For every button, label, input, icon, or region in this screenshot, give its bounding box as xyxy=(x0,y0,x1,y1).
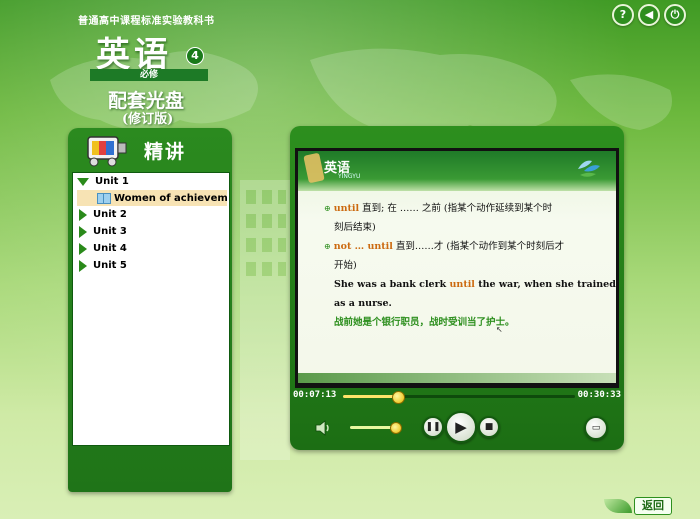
video-player: 英语 YINGYU ⊕ until 直到; 在 …… 之前 (指某个动作延续到某个… xyxy=(290,126,624,450)
volume-slider[interactable] xyxy=(350,426,394,429)
slide-text: the war, when she trained xyxy=(474,279,616,290)
slide-header: 英语 YINGYU xyxy=(298,151,616,191)
tree-item-unit-1[interactable]: Unit 1 xyxy=(73,173,229,190)
tree-item-unit-5[interactable]: Unit 5 xyxy=(73,257,229,274)
scroll-icon xyxy=(303,152,325,184)
tree-item-label: Unit 1 xyxy=(95,176,129,187)
slide-line: ⊕ not … until 直到……才 (指某个动作到某个时刻后才 xyxy=(324,237,608,256)
collapsed-arrow-icon xyxy=(79,259,87,272)
slide-content: ⊕ until 直到; 在 …… 之前 (指某个动作延续到某个时 刻后结束) ⊕ n… xyxy=(324,199,616,332)
slide-line: She was a bank clerk until the war, when… xyxy=(334,275,616,294)
tree-item-unit-2[interactable]: Unit 2 xyxy=(73,206,229,223)
tree-item-label: Unit 4 xyxy=(93,243,127,254)
lecture-slide: 英语 YINGYU ⊕ until 直到; 在 …… 之前 (指某个动作延续到某个… xyxy=(298,151,616,383)
film-projector-icon xyxy=(87,136,127,167)
required-label: 必修 xyxy=(90,69,208,81)
keyword-until: until xyxy=(333,203,360,214)
tree-item-label: Women of achievement xyxy=(114,192,227,204)
expanded-arrow-icon xyxy=(77,177,89,186)
seek-bar[interactable] xyxy=(343,391,575,404)
collapsed-arrow-icon xyxy=(79,208,87,221)
top-toolbar: ? ◀ ⏻ xyxy=(612,4,686,26)
player-controls: ❚❚ ▶ ■ ▭ xyxy=(290,408,624,448)
back-button-label: 返回 xyxy=(634,497,672,515)
slide-text: She was a bank clerk xyxy=(334,279,450,290)
keyword-until: until xyxy=(449,279,475,290)
speaker-icon[interactable] xyxy=(314,418,332,438)
tree-item-unit-3[interactable]: Unit 3 xyxy=(73,223,229,240)
bullet-icon: ⊕ xyxy=(324,242,331,251)
edition-label: (修订版) xyxy=(122,112,174,127)
slide-line: 战前她是个银行职员，战时受训当了护士。 xyxy=(334,317,515,328)
pause-button[interactable]: ❚❚ xyxy=(422,416,444,438)
fullscreen-button[interactable]: ▭ xyxy=(584,416,608,440)
series-title: 普通高中课程标准实验教科书 xyxy=(78,16,215,27)
volume-badge: 4 xyxy=(186,47,204,65)
volume-handle[interactable] xyxy=(390,422,402,434)
sound-icon[interactable]: ◀ xyxy=(638,4,660,26)
lesson-panel-title: 精讲 xyxy=(144,141,187,163)
tree-item-unit-4[interactable]: Unit 4 xyxy=(73,240,229,257)
mouse-cursor-icon: ↖ xyxy=(496,325,503,334)
unit-tree: Unit 1 Women of achievement Unit 2 Unit … xyxy=(72,172,230,446)
book-icon xyxy=(97,192,111,204)
tree-item-label: Unit 2 xyxy=(93,209,127,220)
help-icon[interactable]: ? xyxy=(612,4,634,26)
leaf-emblem-icon xyxy=(578,160,600,177)
slide-line: 开始) xyxy=(334,260,357,271)
tree-item-lesson-women-of-achievement[interactable]: Women of achievement xyxy=(77,190,227,206)
current-time: 00:07:13 xyxy=(293,390,337,400)
slide-text: 直到……才 (指某个动作到某个时刻后才 xyxy=(392,241,565,252)
keyword-not-until: not … until xyxy=(333,241,393,252)
bullet-icon: ⊕ xyxy=(324,204,331,213)
tree-item-label: Unit 3 xyxy=(93,226,127,237)
slide-line: 刻后结束) xyxy=(334,222,376,233)
lesson-panel-header: 精讲 xyxy=(68,128,232,170)
slide-logo-sub: YINGYU xyxy=(338,173,361,180)
seek-row: 00:07:13 00:30:33 xyxy=(293,388,621,404)
back-button[interactable]: 返回 xyxy=(604,497,672,515)
collapsed-arrow-icon xyxy=(79,225,87,238)
seek-progress xyxy=(343,395,398,398)
tree-item-label: Unit 5 xyxy=(93,260,127,271)
slide-footer-bar xyxy=(298,373,616,383)
leaf-icon xyxy=(604,499,632,513)
play-button[interactable]: ▶ xyxy=(445,411,477,443)
slide-line: ⊕ until 直到; 在 …… 之前 (指某个动作延续到某个时 xyxy=(324,199,608,218)
total-time: 00:30:33 xyxy=(577,390,621,400)
slide-text: 直到; 在 …… 之前 (指某个动作延续到某个时 xyxy=(359,203,553,214)
collapsed-arrow-icon xyxy=(79,242,87,255)
exit-icon[interactable]: ⏻ xyxy=(664,4,686,26)
video-screen[interactable]: 英语 YINGYU ⊕ until 直到; 在 …… 之前 (指某个动作延续到某个… xyxy=(295,148,619,388)
slide-line: as a nurse. xyxy=(334,298,392,309)
seek-handle[interactable] xyxy=(391,391,405,404)
lesson-panel: 精讲 Unit 1 Women of achievement Unit 2 Un… xyxy=(68,128,232,492)
stop-button[interactable]: ■ xyxy=(478,416,500,438)
